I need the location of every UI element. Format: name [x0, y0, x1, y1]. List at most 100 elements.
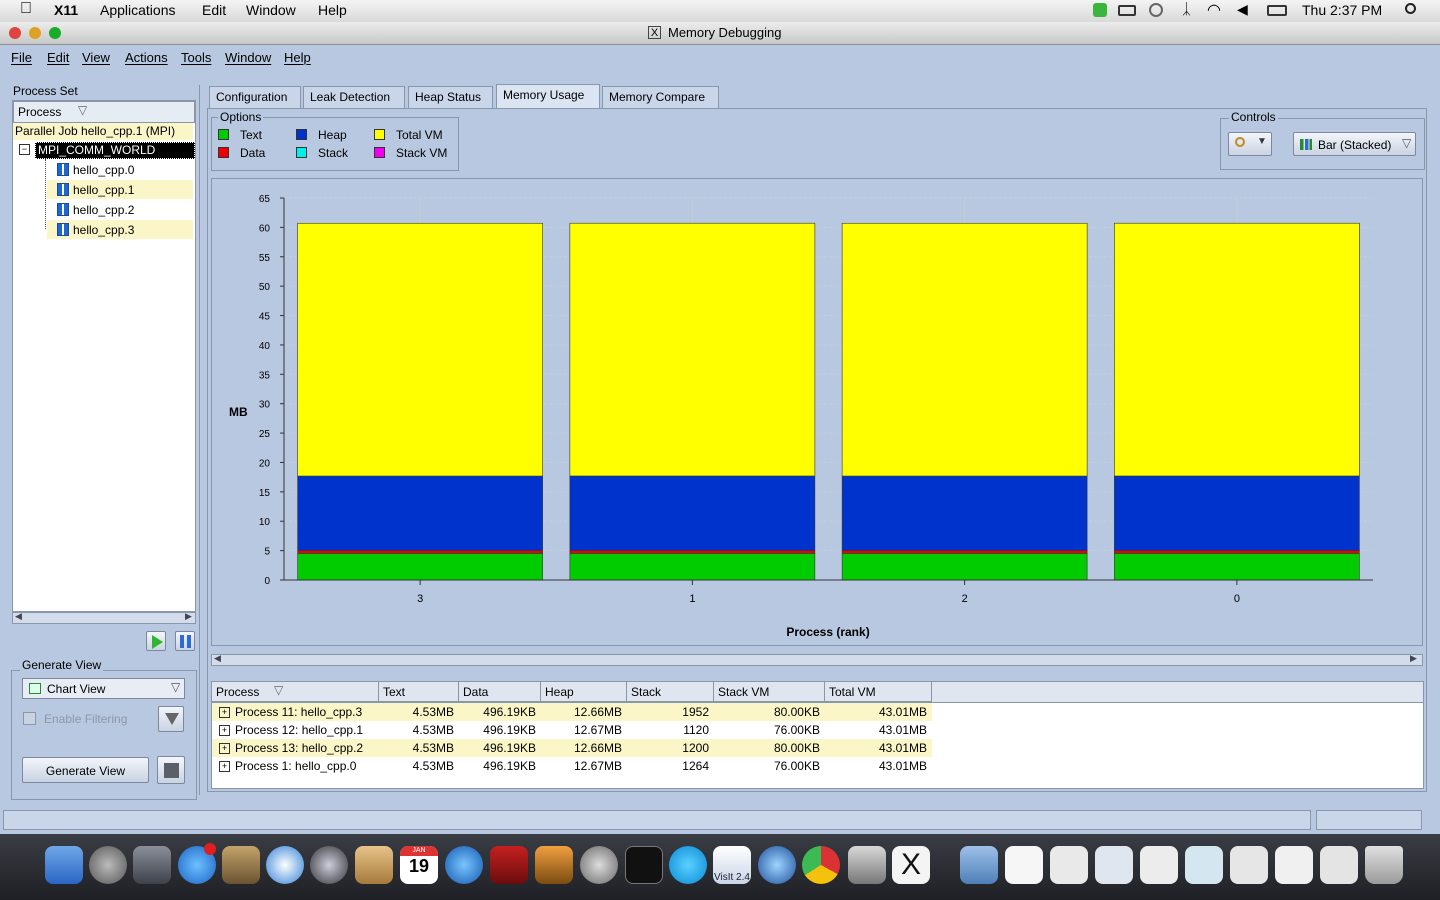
menu-applications[interactable]: Applications [100, 2, 176, 18]
column-header[interactable]: Stack VM [714, 682, 825, 702]
stop-button[interactable] [157, 756, 185, 784]
group-row[interactable]: MPI_COMM_WORLD [35, 142, 195, 159]
legend-swatch[interactable] [374, 147, 385, 158]
preview-icon[interactable] [222, 846, 260, 884]
photo-booth-icon[interactable] [490, 846, 528, 884]
iphoto-icon[interactable] [535, 846, 573, 884]
menu-help-mac[interactable]: Help [318, 2, 347, 18]
menu-actions[interactable]: Actions [125, 50, 168, 65]
filter-button[interactable] [158, 706, 184, 732]
window-thumbnail-icon[interactable] [1230, 846, 1268, 884]
spotlight-search-icon[interactable] [1405, 3, 1416, 14]
time-machine-icon[interactable] [1149, 3, 1163, 17]
process-item[interactable]: hello_cpp.0 [47, 161, 193, 179]
zoom-window-icon[interactable] [49, 27, 61, 39]
visit-icon[interactable]: VisIt 2.4 [713, 846, 751, 884]
expand-icon[interactable]: + [219, 707, 230, 718]
process-item[interactable]: hello_cpp.1 [47, 180, 193, 199]
minimize-window-icon[interactable] [29, 27, 41, 39]
scroll-left-icon[interactable]: ◀ [214, 653, 221, 664]
contacts-icon[interactable] [355, 846, 393, 884]
tab-leak-detection[interactable]: Leak Detection [303, 86, 405, 108]
process-item[interactable]: hello_cpp.2 [47, 200, 193, 219]
tab-configuration[interactable]: Configuration [209, 86, 301, 108]
folder-icon[interactable] [960, 846, 998, 884]
menu-window-mac[interactable]: Window [246, 2, 296, 18]
filter-icon[interactable]: ▽ [274, 683, 283, 697]
scroll-right-icon[interactable]: ▶ [1410, 653, 1417, 664]
splitter[interactable] [199, 85, 204, 795]
window-thumbnail-icon[interactable] [1275, 846, 1313, 884]
app-menu[interactable]: X11 [54, 2, 78, 18]
filter-icon[interactable]: ▽ [78, 103, 87, 117]
bluetooth-icon[interactable]: ᛣ [1182, 1, 1191, 18]
menu-help[interactable]: Help [284, 50, 311, 65]
display-icon[interactable] [1267, 5, 1287, 16]
chart-hscrollbar[interactable]: ◀ ▶ [211, 653, 1423, 666]
column-header[interactable]: Data [459, 682, 541, 702]
close-window-icon[interactable] [9, 27, 21, 39]
zoom-button[interactable]: ▼ [1228, 132, 1272, 156]
expand-icon[interactable]: + [219, 761, 230, 772]
enable-filtering-checkbox[interactable] [23, 712, 36, 725]
collapse-icon[interactable]: − [19, 144, 30, 155]
status-app-icon[interactable] [1093, 3, 1107, 17]
menu-view[interactable]: View [82, 50, 110, 65]
column-header[interactable]: Total VM [825, 682, 932, 702]
apple-icon[interactable]:  [20, 0, 32, 18]
document-icon[interactable] [1005, 846, 1043, 884]
job-row[interactable]: Parallel Job hello_cpp.1 (MPI) [13, 123, 193, 140]
play-button[interactable] [146, 631, 166, 651]
pause-button[interactable] [175, 631, 195, 651]
window-thumbnail-icon[interactable] [1320, 846, 1358, 884]
menu-tools[interactable]: Tools [181, 50, 211, 65]
generate-view-button[interactable]: Generate View [22, 757, 149, 783]
quicktime-icon[interactable] [758, 846, 796, 884]
legend-swatch[interactable] [218, 129, 229, 140]
menu-edit[interactable]: Edit [47, 50, 69, 65]
chrome-icon[interactable] [802, 846, 840, 884]
menu-edit-mac[interactable]: Edit [202, 2, 226, 18]
terminal-icon[interactable] [625, 846, 663, 884]
legend-swatch[interactable] [296, 147, 307, 158]
menu-file[interactable]: File [11, 50, 32, 65]
window-thumbnail-icon[interactable] [1185, 846, 1223, 884]
x11-dock-icon[interactable]: X [892, 846, 930, 884]
legend-swatch[interactable] [374, 129, 385, 140]
column-header[interactable]: Heap [541, 682, 627, 702]
legend-swatch[interactable] [296, 129, 307, 140]
facetime-icon[interactable] [310, 846, 348, 884]
clock[interactable]: Thu 2:37 PM [1302, 2, 1382, 18]
mission-control-icon[interactable] [133, 846, 171, 884]
window-thumbnail-icon[interactable] [1140, 846, 1178, 884]
column-header[interactable]: Text [379, 682, 459, 702]
chart-type-select[interactable]: Bar (Stacked) ▽ [1293, 132, 1416, 156]
finder-icon[interactable] [45, 846, 83, 884]
process-column-header[interactable]: Process ▽ [13, 101, 195, 123]
expand-icon[interactable]: + [219, 725, 230, 736]
scroll-right-icon[interactable]: ▶ [185, 611, 192, 622]
table-row[interactable]: + Process 13: hello_cpp.2 4.53MB 496.19KB 12… [212, 739, 932, 757]
image-capture-icon[interactable] [848, 846, 886, 884]
trash-icon[interactable] [1365, 846, 1403, 884]
system-preferences-icon[interactable] [580, 846, 618, 884]
legend-swatch[interactable] [218, 147, 229, 158]
scroll-left-icon[interactable]: ◀ [15, 611, 22, 622]
volume-icon[interactable]: ◀ [1237, 1, 1248, 18]
calendar-icon[interactable]: JAN 19 [400, 846, 438, 884]
table-row[interactable]: + Process 11: hello_cpp.3 4.53MB 496.19KB 12… [212, 703, 932, 721]
menu-window[interactable]: Window [225, 50, 271, 65]
column-header[interactable]: Process [212, 682, 379, 702]
table-row[interactable]: + Process 1: hello_cpp.0 4.53MB 496.19KB 12.… [212, 757, 932, 775]
tab-memory-usage[interactable]: Memory Usage [496, 84, 600, 109]
window-thumbnail-icon[interactable] [1095, 846, 1133, 884]
view-select[interactable]: Chart View ▽ [22, 678, 185, 699]
launchpad-icon[interactable] [89, 846, 127, 884]
expand-icon[interactable]: + [219, 743, 230, 754]
table-row[interactable]: + Process 12: hello_cpp.1 4.53MB 496.19KB 12… [212, 721, 932, 739]
process-item[interactable]: hello_cpp.3 [47, 220, 193, 239]
itunes-icon[interactable] [445, 846, 483, 884]
wifi-icon[interactable]: ◠ [1207, 0, 1221, 20]
tree-hscrollbar[interactable]: ◀ ▶ [12, 611, 196, 624]
skype-icon[interactable] [669, 846, 707, 884]
